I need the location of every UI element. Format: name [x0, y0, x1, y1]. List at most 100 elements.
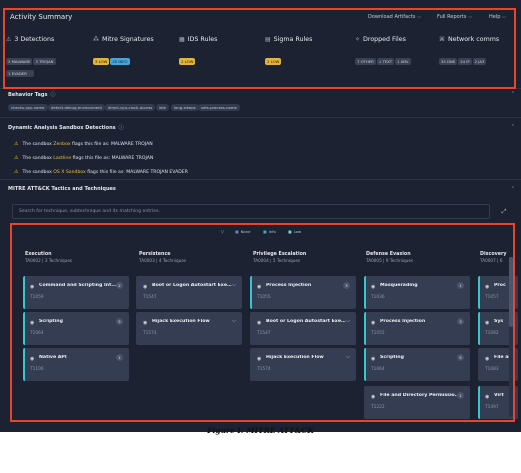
behavior-tag[interactable]: long-sleeps	[171, 104, 199, 111]
count-badge: 1 TEXT	[376, 58, 395, 65]
technique-card[interactable]: ◉ Masquerading T1036 1	[364, 276, 470, 309]
technique-search-input[interactable]: Search for technique, subtechnique and i…	[12, 204, 490, 219]
technique-name: File an	[494, 355, 512, 360]
legend-swatch: ■	[288, 229, 292, 234]
technique-name: Process Injection	[266, 283, 312, 288]
count-badge: 7 OTHER	[355, 58, 376, 65]
stat-chips: 3 LOW 45 INFO	[93, 48, 154, 67]
eye-icon[interactable]: ◉	[371, 284, 375, 290]
expand-icon[interactable]: ⤢	[497, 205, 511, 218]
technique-name: Virt	[494, 393, 504, 398]
sandbox-detections-title: Dynamic Analysis Sandbox Detections ⓘ	[8, 124, 124, 131]
behavior-tag[interactable]: sets-process-name	[198, 104, 240, 111]
eye-icon[interactable]: ◉	[485, 394, 489, 400]
technique-name: Scripting	[39, 319, 63, 324]
stat-label: Sigma Rules	[273, 36, 313, 43]
stat-network-comms[interactable]: ⌘ Network comms 35 DNS 24 IP 2 JA3	[439, 36, 499, 76]
stat-heading: ⚠ 3 Detections	[6, 36, 57, 43]
behavior-tag[interactable]: checks-cpu-name	[8, 104, 48, 111]
technique-card[interactable]: ◉ File and Directory Permission... T1222 1	[364, 386, 470, 419]
technique-name: Boot or Logon Autostart Execu...	[266, 319, 346, 324]
eye-icon[interactable]: ◉	[30, 320, 34, 326]
eye-icon[interactable]: ◉	[143, 284, 147, 290]
technique-card[interactable]: ◉ Process Injection T1055 3	[250, 276, 356, 309]
collapse-icon[interactable]: ⌃	[511, 186, 515, 192]
eye-icon[interactable]: ◉	[371, 356, 375, 362]
count-badge: 2	[116, 282, 123, 289]
eye-icon[interactable]: ◉	[30, 356, 34, 362]
eye-icon[interactable]: ◉	[257, 284, 261, 290]
technique-name: Sys	[494, 319, 504, 324]
technique-card[interactable]: ◉ Boot or Logon Autostart Execu... T1547 ⌵	[136, 276, 242, 309]
filter-glyph: ▽	[221, 229, 224, 234]
tactic-meta: TA0005 | 9 Techniques	[366, 258, 414, 263]
behavior-tag[interactable]: idle	[156, 104, 169, 111]
stat-mitre-signatures[interactable]: ⁂ Mitre Signatures 3 LOW 45 INFO	[93, 36, 154, 76]
legend-item[interactable]: ■ None	[235, 229, 251, 234]
chevron-down-icon: ⌵	[502, 14, 507, 20]
stat-ids-rules[interactable]: ▦ IDS Rules 2 LOW	[179, 36, 217, 76]
topnav-item[interactable]: Help ⌵	[489, 14, 506, 20]
count-badge: 2 LOW	[265, 58, 282, 65]
technique-name: Hijack Execution Flow	[266, 355, 324, 360]
technique-card[interactable]: ◉ Native API T1106 1	[23, 348, 129, 381]
chevron-down-icon[interactable]: ⌵	[232, 318, 236, 324]
files-icon: ✧	[355, 36, 361, 43]
legend-item[interactable]: ■ Low	[288, 229, 301, 234]
technique-id: T1059	[30, 295, 44, 300]
eye-icon[interactable]: ◉	[485, 320, 489, 326]
technique-card[interactable]: ◉ Scripting T1064 5	[23, 312, 129, 345]
stat-3-detections[interactable]: ⚠ 3 Detections 3 MALWARE 3 TROJAN 1 EVADER	[6, 36, 57, 77]
behavior-tag[interactable]: direct-cpu-clock-access	[105, 104, 156, 111]
technique-card[interactable]: ◉ Boot or Logon Autostart Execu... T1547 ⌵	[250, 312, 356, 345]
chevron-down-icon[interactable]: ⌵	[346, 318, 350, 324]
tactic-name: Execution	[25, 252, 52, 257]
technique-id: T1106	[30, 367, 44, 372]
scrollbar-thumb[interactable]	[509, 257, 513, 327]
info-icon[interactable]: ⓘ	[119, 125, 124, 131]
topnav-item[interactable]: Full Reports ⌵	[437, 14, 472, 20]
collapse-icon[interactable]: ⌃	[511, 91, 515, 97]
eye-icon[interactable]: ◉	[143, 320, 147, 326]
stat-sigma-rules[interactable]: ▤ Sigma Rules 2 LOW	[265, 36, 312, 76]
technique-card[interactable]: ◉ Hijack Execution Flow T1574 ⌵	[136, 312, 242, 345]
eye-icon[interactable]: ◉	[485, 356, 489, 362]
legend-item[interactable]: ■ Info	[263, 229, 276, 234]
technique-id: T1057	[485, 295, 499, 300]
sandbox-name[interactable]: OS X Sandbox	[53, 170, 85, 175]
behavior-tag[interactable]: detect-debug-environment	[48, 104, 106, 111]
stat-heading: ⁂ Mitre Signatures	[93, 36, 154, 43]
tactic-meta: TA0007 | 6	[480, 258, 503, 263]
eye-icon[interactable]: ◉	[371, 320, 375, 326]
divider	[0, 179, 521, 180]
tag-list: checks-cpu-name detect-debug-environment d…	[8, 104, 508, 112]
filter-icon[interactable]: ▽	[221, 229, 226, 234]
behavior-tags-title: Behavior Tags ⓘ	[8, 91, 55, 98]
eye-icon[interactable]: ◉	[30, 284, 34, 290]
sandbox-name[interactable]: Zenbox	[53, 142, 70, 147]
eye-icon[interactable]: ◉	[485, 284, 489, 290]
technique-card[interactable]: ◉ Scripting T1064 5	[364, 348, 470, 381]
stat-dropped-files[interactable]: ✧ Dropped Files 7 OTHER 1 TEXT 1 XML	[355, 36, 412, 76]
divider	[0, 88, 521, 89]
chevron-down-icon[interactable]: ⌵	[346, 354, 350, 360]
stat-chips: 2 LOW	[179, 48, 217, 67]
eye-icon[interactable]: ◉	[257, 356, 261, 362]
topnav-item[interactable]: Download Artifacts ⌵	[368, 14, 421, 20]
eye-icon[interactable]: ◉	[371, 394, 375, 400]
scrollbar[interactable]	[509, 257, 513, 417]
chevron-down-icon[interactable]: ⌵	[232, 282, 236, 288]
technique-card[interactable]: ◉ Hijack Execution Flow T1574 ⌵	[250, 348, 356, 381]
sandbox-name[interactable]: Lastline	[53, 156, 71, 161]
info-icon[interactable]: ⓘ	[50, 92, 55, 98]
technique-id: T1055	[257, 295, 271, 300]
stat-chips: 2 LOW	[265, 48, 312, 67]
collapse-icon[interactable]: ⌃	[511, 124, 515, 130]
count-badge: 1	[457, 392, 464, 399]
stat-chips: 3 MALWARE 3 TROJAN 1 EVADER	[6, 48, 57, 77]
technique-card[interactable]: ◉ Command and Scripting Int... T1059 2	[23, 276, 129, 309]
technique-name: Proc	[494, 283, 506, 288]
technique-card[interactable]: ◉ Process Injection T1055 3	[364, 312, 470, 345]
technique-name: Hijack Execution Flow	[152, 319, 210, 324]
eye-icon[interactable]: ◉	[257, 320, 261, 326]
